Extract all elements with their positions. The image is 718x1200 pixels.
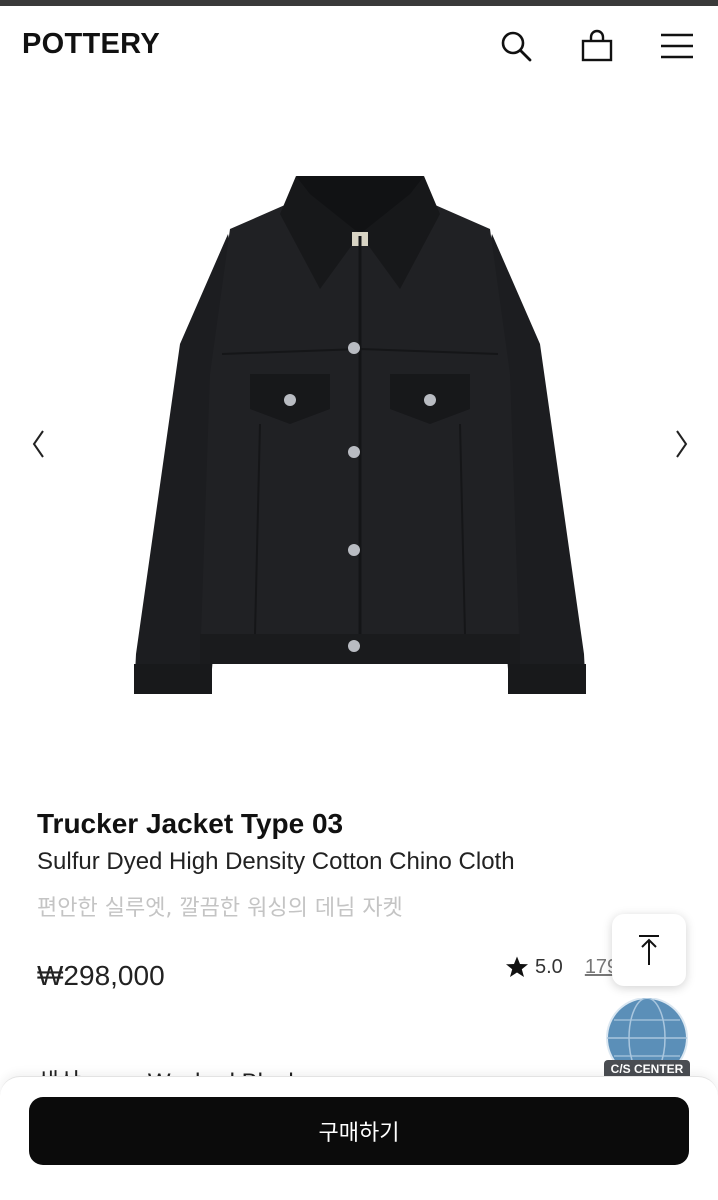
cs-center-label: C/S CENTER [610, 1062, 684, 1076]
brand-logo[interactable]: POTTERY [22, 28, 160, 61]
chevron-left-icon [32, 430, 44, 458]
scroll-to-top-button[interactable] [612, 914, 686, 986]
menu-button[interactable] [657, 26, 697, 66]
product-price: ₩298,000 [37, 960, 165, 991]
chevron-right-icon [676, 430, 688, 458]
product-rating: 5.0 179 [505, 955, 618, 979]
purchase-panel: 구매하기 [0, 1076, 718, 1200]
rating-value: 5.0 [535, 955, 563, 978]
buy-button[interactable]: 구매하기 [29, 1097, 689, 1165]
prev-image-button[interactable] [24, 424, 54, 464]
arrow-up-icon [639, 935, 659, 965]
product-image [134, 176, 586, 694]
star-icon [506, 956, 528, 977]
cs-center-button[interactable]: C/S CENTER [602, 997, 692, 1086]
product-description: 편안한 실루엣, 깔끔한 워싱의 데님 자켓 [37, 896, 403, 921]
site-header: POTTERY [0, 6, 718, 84]
next-image-button[interactable] [666, 424, 696, 464]
product-subtitle: Sulfur Dyed High Density Cotton Chino Cl… [37, 848, 515, 875]
product-image-carousel[interactable] [0, 84, 718, 784]
search-icon [501, 31, 532, 62]
search-button[interactable] [496, 26, 536, 66]
product-title: Trucker Jacket Type 03 [37, 808, 344, 839]
cart-button[interactable] [577, 26, 617, 66]
shopping-bag-icon [581, 29, 613, 62]
menu-icon [661, 33, 693, 59]
